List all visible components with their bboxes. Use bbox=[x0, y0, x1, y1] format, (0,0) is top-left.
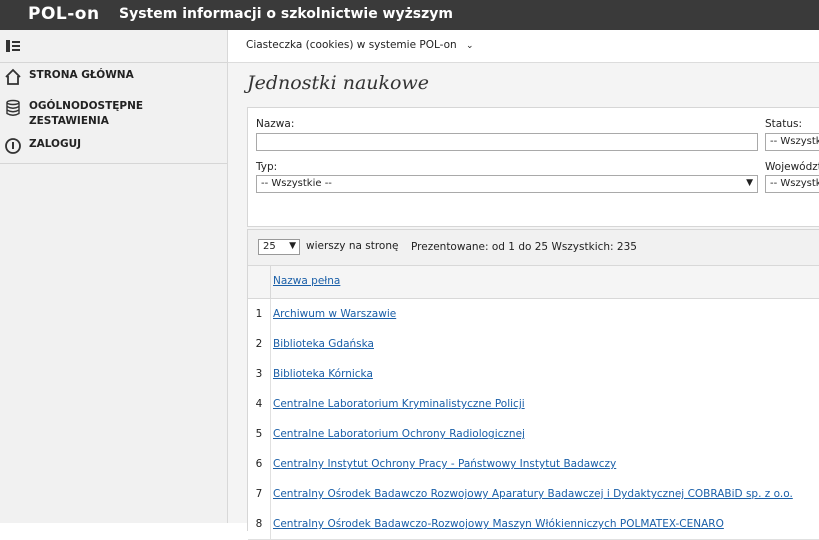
table-row: 2 Biblioteka Gdańska bbox=[248, 329, 819, 360]
status-label: Status: bbox=[765, 118, 802, 130]
name-label: Nazwa: bbox=[256, 118, 295, 130]
table-row: 5 Centralne Laboratorium Ochrony Radiolo… bbox=[248, 419, 819, 450]
table-row: 3 Biblioteka Kórnicka bbox=[248, 359, 819, 390]
type-select[interactable]: -- Wszystkie -- ▼ bbox=[256, 175, 758, 193]
dropdown-arrow-icon: ▼ bbox=[289, 241, 296, 251]
top-nav: Ciasteczka (cookies) w systemie POL-on ⌄ bbox=[228, 30, 819, 63]
sidebar-item-label: OGÓLNODOSTĘPNE ZESTAWIENIA bbox=[29, 100, 144, 127]
row-number: 8 bbox=[248, 509, 271, 539]
table-toolbar: 25 ▼ wierszy na stronę Prezentowane: od … bbox=[248, 230, 819, 266]
rows-per-page-value: 25 bbox=[263, 241, 276, 252]
row-number: 2 bbox=[248, 329, 271, 359]
sidebar-divider bbox=[0, 163, 227, 164]
unit-link[interactable]: Centralny Ośrodek Badawczo Rozwojowy Apa… bbox=[273, 488, 793, 500]
voivodeship-select-value: -- Wszystkie -- bbox=[770, 178, 819, 189]
results-table: 25 ▼ wierszy na stronę Prezentowane: od … bbox=[247, 229, 819, 540]
home-icon bbox=[5, 68, 21, 85]
sidebar-divider bbox=[0, 62, 227, 63]
unit-link[interactable]: Archiwum w Warszawie bbox=[273, 308, 396, 320]
system-name: System informacji o szkolnictwie wyższym bbox=[119, 6, 453, 22]
unit-link[interactable]: Centralny Instytut Ochrony Pracy - Państ… bbox=[273, 458, 616, 470]
status-select[interactable]: -- Wszystkie -- bbox=[765, 133, 819, 151]
table-row: 4 Centralne Laboratorium Kryminalistyczn… bbox=[248, 389, 819, 420]
cookies-menu[interactable]: Ciasteczka (cookies) w systemie POL-on ⌄ bbox=[246, 39, 474, 51]
row-number-header bbox=[248, 266, 271, 298]
row-number: 7 bbox=[248, 479, 271, 509]
sidebar: STRONA GŁÓWNA OGÓLNODOSTĘPNE ZESTAWIENIA… bbox=[0, 30, 228, 523]
page-title: Jednostki naukowe bbox=[247, 72, 429, 94]
table-row: 1 Archiwum w Warszawie bbox=[248, 299, 819, 330]
pagination-info: Prezentowane: od 1 do 25 Wszystkich: 235 bbox=[411, 241, 637, 253]
unit-link[interactable]: Biblioteka Kórnicka bbox=[273, 368, 373, 380]
database-icon bbox=[6, 99, 20, 116]
sidebar-item-reports[interactable]: OGÓLNODOSTĘPNE ZESTAWIENIA bbox=[4, 99, 224, 131]
row-number: 3 bbox=[248, 359, 271, 389]
main-content: Jednostki naukowe Nazwa: Status: -- Wszy… bbox=[228, 63, 819, 540]
unit-link[interactable]: Centralne Laboratorium Kryminalistyczne … bbox=[273, 398, 525, 410]
dropdown-arrow-icon: ▼ bbox=[746, 178, 753, 188]
sidebar-toggle-icon[interactable] bbox=[6, 39, 22, 53]
voivodeship-label: Województwo: bbox=[765, 161, 819, 173]
unit-link[interactable]: Centralny Ośrodek Badawczo-Rozwojowy Mas… bbox=[273, 518, 724, 530]
column-header-name[interactable]: Nazwa pełna bbox=[273, 275, 340, 287]
row-number: 1 bbox=[248, 299, 271, 329]
table-row: 6 Centralny Instytut Ochrony Pracy - Pań… bbox=[248, 449, 819, 480]
sidebar-item-label: ZALOGUJ bbox=[29, 138, 82, 150]
name-input[interactable] bbox=[256, 133, 758, 151]
rows-per-page-label: wierszy na stronę bbox=[306, 240, 399, 252]
row-number: 6 bbox=[248, 449, 271, 479]
type-label: Typ: bbox=[256, 161, 278, 173]
rows-per-page-select[interactable]: 25 ▼ bbox=[258, 239, 300, 255]
unit-link[interactable]: Biblioteka Gdańska bbox=[273, 338, 374, 350]
cookies-label: Ciasteczka (cookies) w systemie POL-on bbox=[246, 39, 457, 51]
table-row: 8 Centralny Ośrodek Badawczo-Rozwojowy M… bbox=[248, 509, 819, 540]
status-select-value: -- Wszystkie -- bbox=[770, 136, 819, 147]
row-number: 4 bbox=[248, 389, 271, 419]
table-row: 7 Centralny Ośrodek Badawczo Rozwojowy A… bbox=[248, 479, 819, 510]
sidebar-item-label: STRONA GŁÓWNA bbox=[29, 69, 134, 81]
filter-panel: Nazwa: Status: -- Wszystkie -- Typ: -- W… bbox=[247, 107, 819, 227]
power-icon bbox=[5, 138, 21, 154]
table-header: Nazwa pełna bbox=[248, 266, 819, 299]
row-number: 5 bbox=[248, 419, 271, 449]
logo[interactable]: POL-on bbox=[28, 4, 100, 24]
voivodeship-select[interactable]: -- Wszystkie -- bbox=[765, 175, 819, 193]
sidebar-item-home[interactable]: STRONA GŁÓWNA bbox=[4, 68, 224, 86]
unit-link[interactable]: Centralne Laboratorium Ochrony Radiologi… bbox=[273, 428, 525, 440]
type-select-value: -- Wszystkie -- bbox=[261, 178, 332, 189]
sidebar-item-login[interactable]: ZALOGUJ bbox=[4, 137, 224, 155]
top-bar: POL-on System informacji o szkolnictwie … bbox=[0, 0, 819, 30]
chevron-down-icon: ⌄ bbox=[466, 41, 474, 51]
